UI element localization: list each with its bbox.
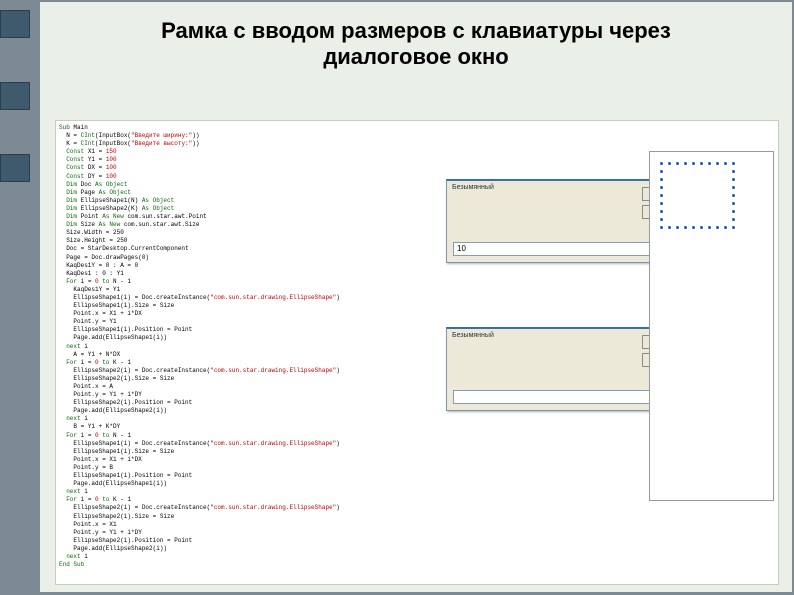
ellipse-dot [708,226,711,229]
ellipse-dot [660,170,663,173]
ellipse-dot [660,226,663,229]
ellipse-dot [700,162,703,165]
ellipse-dot [732,218,735,221]
ellipse-dot [660,162,663,165]
ellipse-dot [708,162,711,165]
ellipse-dot [676,162,679,165]
ellipse-dot [732,226,735,229]
ellipse-dot [700,226,703,229]
ellipse-dot [724,162,727,165]
ellipse-dot [732,162,735,165]
slide: Рамка с вводом размеров с клавиатуры чер… [40,2,792,592]
ellipse-dot [660,186,663,189]
ellipse-dot [692,226,695,229]
ellipse-dot [676,226,679,229]
title-line-1: Рамка с вводом размеров с клавиатуры чер… [161,18,671,43]
ellipse-dot [660,218,663,221]
ellipse-dot [684,162,687,165]
ellipse-dot [660,194,663,197]
ellipse-dot [732,186,735,189]
screenshot-area: Sub Main N = CInt(InputBox("Введите шири… [55,120,779,585]
ellipse-dot [716,162,719,165]
ellipse-dot [684,226,687,229]
side-tab-3 [0,154,30,182]
ellipse-dot [660,202,663,205]
ellipse-dot [732,194,735,197]
drawing-canvas [649,151,774,501]
ellipse-dot [692,162,695,165]
ellipse-dot [668,226,671,229]
ellipse-dot [668,162,671,165]
side-tab-1 [0,10,30,38]
title-line-2: диалоговое окно [323,44,508,69]
ellipse-dot [732,210,735,213]
ellipse-dot [724,226,727,229]
side-tab-2 [0,82,30,110]
ellipse-dot [660,178,663,181]
ellipse-dot [732,170,735,173]
ellipse-frame [660,162,735,232]
ellipse-dot [732,178,735,181]
ellipse-dot [716,226,719,229]
ellipse-dot [732,202,735,205]
ellipse-dot [660,210,663,213]
code-listing: Sub Main N = CInt(InputBox("Введите шири… [59,124,399,569]
page-title: Рамка с вводом размеров с клавиатуры чер… [40,18,792,71]
